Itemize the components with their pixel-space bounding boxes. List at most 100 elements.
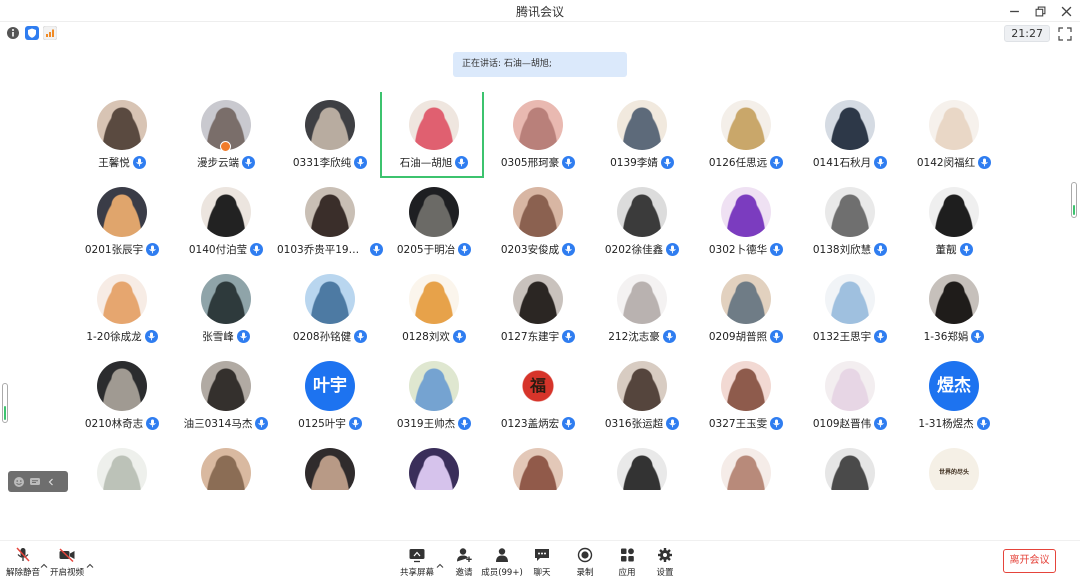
mic-icon bbox=[132, 156, 146, 169]
participant-tile[interactable]: 0203安俊成 bbox=[486, 179, 590, 267]
participant-tile[interactable] bbox=[798, 440, 902, 490]
participant-tile[interactable]: 煜杰 1-31杨煜杰 bbox=[902, 353, 1006, 441]
participant-tile[interactable] bbox=[174, 440, 278, 490]
participant-tile[interactable]: 张雪峰 bbox=[174, 266, 278, 354]
settings-button[interactable]: 设置 bbox=[642, 547, 688, 579]
participant-tile[interactable]: 0132王思宇 bbox=[798, 266, 902, 354]
participant-tile[interactable]: 世界的尽头 bbox=[902, 440, 1006, 490]
scrollbar-handle[interactable] bbox=[1071, 182, 1077, 218]
participant-name-text: 石油—胡旭 bbox=[399, 157, 453, 169]
participant-avatar bbox=[825, 361, 875, 411]
participant-tile[interactable]: 福 0123盖炳宏 bbox=[486, 353, 590, 441]
participant-avatar bbox=[409, 187, 459, 237]
participant-tile[interactable] bbox=[486, 440, 590, 490]
participant-name-text: 0203安俊成 bbox=[500, 244, 560, 256]
mic-icon bbox=[562, 243, 576, 256]
record-button[interactable]: 录制 bbox=[562, 547, 608, 579]
participant-tile[interactable]: 0141石秋月 bbox=[798, 92, 902, 180]
participant-tile[interactable]: 0319王帅杰 bbox=[382, 353, 486, 441]
participant-tile[interactable]: 0103乔贵平19油... bbox=[277, 179, 383, 267]
gear-icon bbox=[658, 548, 672, 562]
participant-name: 董靓 bbox=[894, 242, 1014, 257]
mic-icon bbox=[666, 243, 680, 256]
participant-tile[interactable] bbox=[382, 440, 486, 490]
participant-tile[interactable] bbox=[694, 440, 798, 490]
participant-name: 0123盖炳宏 bbox=[478, 416, 598, 431]
participant-avatar bbox=[617, 187, 667, 237]
participant-tile[interactable]: 0302卜德华 bbox=[694, 179, 798, 267]
participant-name: 0302卜德华 bbox=[686, 242, 806, 257]
participant-tile[interactable]: 1-36郑娟 bbox=[902, 266, 1006, 354]
participant-tile[interactable]: 0316张运超 bbox=[590, 353, 694, 441]
participant-name-text: 212沈志豪 bbox=[608, 331, 660, 343]
participant-tile[interactable]: 0142闵福红 bbox=[902, 92, 1006, 180]
chat-label: 聊天 bbox=[533, 568, 551, 578]
participant-name: 0132王思宇 bbox=[790, 329, 910, 344]
start-video-button[interactable]: 开启视频 bbox=[44, 547, 90, 579]
mic-icon bbox=[770, 243, 784, 256]
participant-name: 0141石秋月 bbox=[790, 155, 910, 170]
mic-icon bbox=[971, 330, 985, 343]
participant-tile[interactable]: 油三0314马杰 bbox=[174, 353, 278, 441]
participant-tile[interactable]: 王馨悦 bbox=[70, 92, 174, 180]
participant-tile[interactable]: 212沈志豪 bbox=[590, 266, 694, 354]
close-icon[interactable] bbox=[1058, 3, 1074, 19]
info-icon[interactable] bbox=[6, 26, 20, 40]
participant-tile[interactable] bbox=[278, 440, 382, 490]
mic-icon bbox=[660, 156, 674, 169]
mic-icon bbox=[236, 330, 250, 343]
participant-tile[interactable]: 董靓 bbox=[902, 179, 1006, 267]
participant-tile[interactable]: 0209胡普照 bbox=[694, 266, 798, 354]
participant-tile[interactable]: 石油—胡旭 bbox=[380, 92, 484, 178]
participant-tile[interactable]: 0109赵晋伟 bbox=[798, 353, 902, 441]
participant-tile[interactable] bbox=[70, 440, 174, 490]
restore-icon[interactable] bbox=[1032, 3, 1048, 19]
video-options-chevron-icon[interactable] bbox=[86, 555, 94, 568]
participant-tile[interactable]: 0128刘欢 bbox=[382, 266, 486, 354]
comment-icon[interactable] bbox=[29, 476, 41, 488]
participant-name-text: 0210林奇志 bbox=[84, 418, 144, 430]
participant-tile[interactable]: 0331李欣纯 bbox=[278, 92, 382, 180]
shield-icon[interactable] bbox=[25, 26, 39, 40]
participant-name: 0319王帅杰 bbox=[374, 416, 494, 431]
share-screen-button[interactable]: 共享屏幕 bbox=[394, 547, 440, 579]
participant-tile[interactable]: 叶宇 0125叶宇 bbox=[278, 353, 382, 441]
signal-icon[interactable] bbox=[43, 26, 57, 40]
participant-tile[interactable]: 0202徐佳鑫 bbox=[590, 179, 694, 267]
participant-avatar bbox=[305, 187, 355, 237]
chat-button[interactable]: 聊天 bbox=[519, 547, 565, 579]
participant-name: 0305邢珂豪 bbox=[478, 155, 598, 170]
participant-tile[interactable]: 0327王玉雯 bbox=[694, 353, 798, 441]
mic-icon bbox=[354, 156, 368, 169]
participant-tile[interactable]: 0140付泊莹 bbox=[174, 179, 278, 267]
share-screen-label: 共享屏幕 bbox=[399, 568, 434, 578]
participant-name-text: 0302卜德华 bbox=[708, 244, 768, 256]
mic-icon bbox=[770, 330, 784, 343]
participant-tile[interactable]: 0205于明冶 bbox=[382, 179, 486, 267]
participant-tile[interactable]: 0139李婧 bbox=[590, 92, 694, 180]
participant-tile[interactable]: 0201张辰宇 bbox=[70, 179, 174, 267]
participant-tile[interactable]: 0138刘欣慧 bbox=[798, 179, 902, 267]
minimize-icon[interactable] bbox=[1006, 3, 1022, 19]
participant-avatar: 叶宇 bbox=[305, 361, 355, 411]
host-badge-icon bbox=[220, 141, 231, 152]
mini-toolbar bbox=[8, 471, 68, 492]
participant-tile[interactable]: 0305邢珂豪 bbox=[486, 92, 590, 180]
participant-tile[interactable]: 0127东建宇 bbox=[486, 266, 590, 354]
participant-tile[interactable]: 0210林奇志 bbox=[70, 353, 174, 441]
fullscreen-icon[interactable] bbox=[1058, 26, 1072, 41]
title-bar: 腾讯会议 bbox=[0, 0, 1080, 22]
emoji-icon[interactable] bbox=[13, 476, 25, 488]
participant-avatar bbox=[929, 274, 979, 324]
participant-tile[interactable]: 0126任思远 bbox=[694, 92, 798, 180]
participant-tile[interactable]: 1-20徐成龙 bbox=[70, 266, 174, 354]
participant-tile[interactable]: 0208孙铭健 bbox=[278, 266, 382, 354]
participant-tile[interactable] bbox=[590, 440, 694, 490]
collapse-chevron-icon[interactable] bbox=[45, 476, 57, 488]
mic-muted-icon bbox=[16, 547, 30, 562]
participant-avatar bbox=[201, 274, 251, 324]
mic-icon bbox=[959, 243, 973, 256]
participant-tile[interactable]: 漫步云端 bbox=[174, 92, 278, 180]
participant-avatar bbox=[97, 448, 147, 490]
leave-meeting-button[interactable]: 离开会议 bbox=[1003, 549, 1056, 573]
